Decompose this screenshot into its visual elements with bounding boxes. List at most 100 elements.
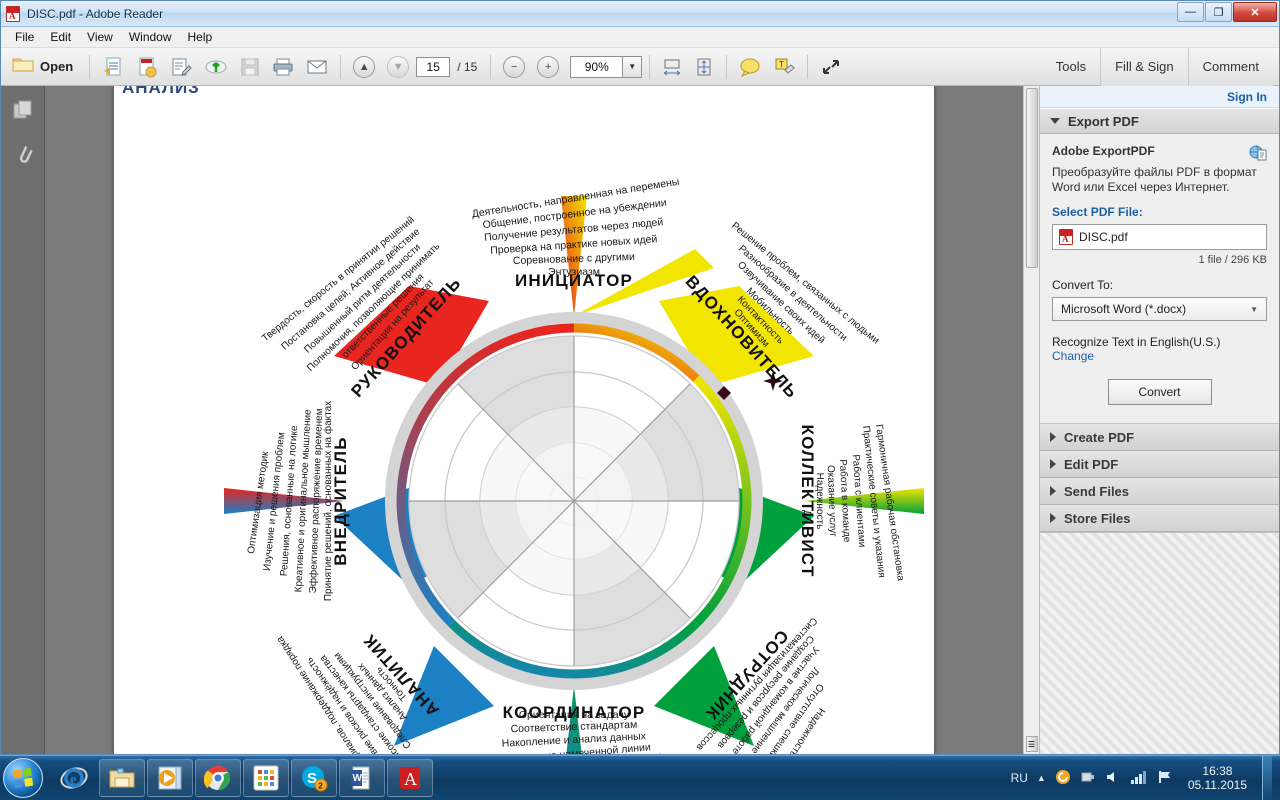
accordion-label: Create PDF xyxy=(1064,429,1135,445)
toolbar-separator xyxy=(649,54,651,79)
toolbar-separator xyxy=(490,54,492,79)
sign-in-bar: Sign In xyxy=(1040,86,1279,108)
print-icon[interactable] xyxy=(267,52,299,82)
menu-file[interactable]: File xyxy=(7,28,42,46)
tools-button[interactable]: Tools xyxy=(1042,48,1100,86)
next-page-button[interactable]: ▼ xyxy=(382,52,414,82)
minimize-button[interactable]: — xyxy=(1177,2,1204,22)
restore-button[interactable]: ❐ xyxy=(1205,2,1232,22)
svg-text:e: e xyxy=(70,772,77,788)
change-language-link[interactable]: Change xyxy=(1052,349,1267,363)
zoom-out-button[interactable]: − xyxy=(498,52,530,82)
highlight-text-icon[interactable]: T xyxy=(768,52,800,82)
chevron-right-icon xyxy=(1050,432,1056,442)
convert-to-value: Microsoft Word (*.docx) xyxy=(1061,302,1187,316)
convert-to-label: Convert To: xyxy=(1052,278,1114,292)
save-icon[interactable] xyxy=(235,52,265,82)
page-thumbnails-icon[interactable] xyxy=(11,98,35,122)
google-chrome-icon[interactable] xyxy=(195,759,241,797)
export-pdf-header[interactable]: Export PDF xyxy=(1040,108,1279,134)
menu-edit[interactable]: Edit xyxy=(42,28,79,46)
removable-media-icon[interactable] xyxy=(1080,769,1096,788)
skype-badge-count: 2 xyxy=(318,781,323,790)
windows-taskbar: e S 2 W A RU ▲ 16:38 05.11.2015 xyxy=(0,755,1280,800)
show-desktop-button[interactable] xyxy=(1262,755,1272,800)
accordion-create-pdf[interactable]: Create PDF xyxy=(1040,424,1279,451)
chevron-up-icon[interactable]: ▲ xyxy=(1037,773,1046,783)
file-explorer-icon[interactable] xyxy=(99,759,145,797)
menu-view[interactable]: View xyxy=(79,28,121,46)
upload-cloud-icon[interactable] xyxy=(199,52,233,82)
page-total-label: / 15 xyxy=(457,59,478,74)
toolbar-separator xyxy=(89,54,91,79)
zoom-in-button[interactable]: + xyxy=(532,52,564,82)
media-player-icon[interactable] xyxy=(147,759,193,797)
chevron-right-icon xyxy=(1050,513,1056,523)
tray-date: 05.11.2015 xyxy=(1187,778,1247,792)
scrollbar-thumb[interactable] xyxy=(1025,88,1038,268)
skype-icon[interactable]: S2 xyxy=(291,759,337,797)
pdf-page: АНАЛИЗ ИНИЦИАТОР Д Деятельность, направл… xyxy=(114,86,934,754)
word-icon[interactable]: W xyxy=(339,759,385,797)
accordion-label: Store Files xyxy=(1064,510,1131,526)
close-button[interactable]: ✕ xyxy=(1233,2,1277,22)
fit-width-icon[interactable] xyxy=(657,52,687,82)
windows-start-orb[interactable] xyxy=(3,758,43,798)
document-scrollbar[interactable]: ☰ xyxy=(1023,86,1039,754)
expand-arrows-icon[interactable] xyxy=(815,52,847,82)
navigation-pane xyxy=(1,86,45,754)
convert-to-select[interactable]: Microsoft Word (*.docx) ▼ xyxy=(1052,297,1267,321)
tray-clock[interactable]: 16:38 05.11.2015 xyxy=(1182,764,1253,792)
coordinator-item-0: Ориентация на задачу xyxy=(519,709,630,721)
collectivist-item-4: Оказание услуг xyxy=(825,465,839,537)
selected-file-row[interactable]: DISC.pdf xyxy=(1052,224,1267,250)
email-icon[interactable] xyxy=(301,52,333,82)
disc-wheel-svg: ИНИЦИАТОР Деятельность, направленная на … xyxy=(114,86,924,754)
previous-page-button[interactable]: ▲ xyxy=(348,52,380,82)
create-pdf-icon[interactable] xyxy=(97,52,129,82)
fit-page-icon[interactable] xyxy=(689,52,719,82)
selected-file-name: DISC.pdf xyxy=(1079,230,1128,244)
combine-files-icon[interactable] xyxy=(131,52,163,82)
scrollbar-grip[interactable]: ☰ xyxy=(1025,736,1038,752)
page-number-input[interactable]: 15 xyxy=(416,56,451,77)
orange-circle-icon[interactable] xyxy=(1055,769,1071,788)
accordion-edit-pdf[interactable]: Edit PDF xyxy=(1040,451,1279,478)
volume-icon[interactable] xyxy=(1105,769,1121,788)
menubar: File Edit View Window Help xyxy=(1,27,1279,48)
toolbar-separator xyxy=(726,54,728,79)
chevron-right-icon xyxy=(1050,459,1056,469)
action-center-flag-icon[interactable] xyxy=(1157,769,1173,788)
chevron-down-icon[interactable]: ▼ xyxy=(622,55,643,78)
zoom-value-input[interactable]: 90% xyxy=(570,55,623,78)
adobe-reader-icon[interactable]: A xyxy=(387,759,433,797)
tray-language[interactable]: RU xyxy=(1011,771,1028,785)
fill-and-sign-button[interactable]: Fill & Sign xyxy=(1100,47,1188,86)
minus-circle-icon: − xyxy=(503,55,526,78)
export-pdf-globe-icon xyxy=(1249,144,1267,165)
svg-text:W: W xyxy=(353,773,363,784)
product-description: Преобразуйте файлы PDF в формат Word или… xyxy=(1052,165,1257,194)
speech-bubble-icon[interactable] xyxy=(734,52,766,82)
internet-explorer-icon[interactable]: e xyxy=(51,759,97,797)
toolbar-separator xyxy=(807,54,809,79)
convert-button[interactable]: Convert xyxy=(1107,379,1212,405)
attachments-paperclip-icon[interactable] xyxy=(11,140,35,164)
export-pdf-title: Export PDF xyxy=(1068,113,1139,129)
edit-pdf-icon[interactable] xyxy=(165,52,197,82)
network-icon[interactable] xyxy=(1130,769,1148,788)
menu-help[interactable]: Help xyxy=(180,28,221,46)
comment-button[interactable]: Comment xyxy=(1187,47,1273,86)
open-button[interactable]: Open xyxy=(7,52,82,82)
menu-window[interactable]: Window xyxy=(121,28,180,46)
document-area[interactable]: АНАЛИЗ ИНИЦИАТОР Д Деятельность, направл… xyxy=(45,86,1023,754)
app-grid-icon[interactable] xyxy=(243,759,289,797)
accordion-label: Edit PDF xyxy=(1064,456,1119,472)
product-title: Adobe ExportPDF xyxy=(1052,144,1155,158)
export-pdf-body: Adobe ExportPDF Преобразуйте файлы PDF в… xyxy=(1040,134,1279,424)
sign-in-link[interactable]: Sign In xyxy=(1227,90,1267,104)
svg-text:T: T xyxy=(779,60,784,69)
accordion-store-files[interactable]: Store Files xyxy=(1040,505,1279,532)
folder-icon xyxy=(12,55,34,78)
accordion-send-files[interactable]: Send Files xyxy=(1040,478,1279,505)
